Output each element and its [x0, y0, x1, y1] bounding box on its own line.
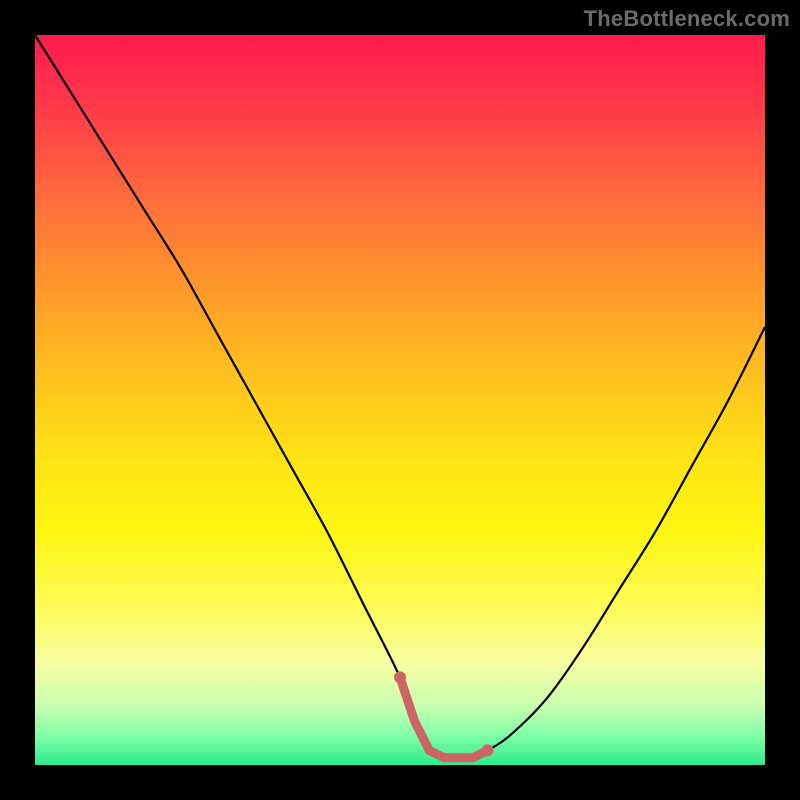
chart-frame: TheBottleneck.com [0, 0, 800, 800]
bottleneck-curve [35, 35, 765, 765]
watermark-text: TheBottleneck.com [584, 6, 790, 32]
flat-segment [400, 677, 488, 757]
flat-endpoint-left [394, 671, 406, 683]
plot-area [35, 35, 765, 765]
flat-endpoint-right [482, 744, 494, 756]
curve-line [35, 35, 765, 758]
